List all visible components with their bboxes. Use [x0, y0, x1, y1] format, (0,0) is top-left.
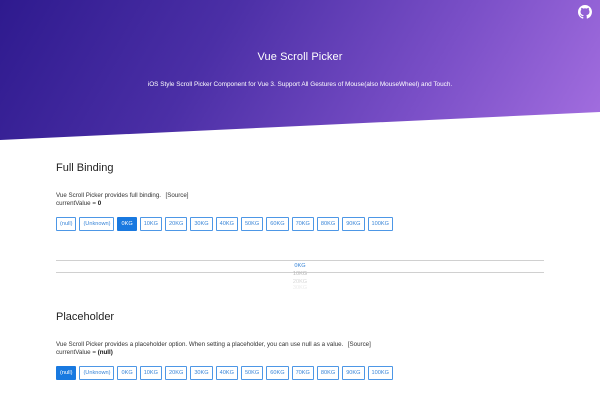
value-button[interactable]: 20KG — [165, 366, 188, 380]
section-description: Vue Scroll Picker provides full binding. — [56, 192, 162, 199]
value-button[interactable]: 90KG — [342, 217, 365, 231]
picker-option[interactable]: 30KG — [56, 285, 544, 291]
value-button[interactable]: 100KG — [367, 366, 393, 380]
value-button[interactable]: 60KG — [266, 366, 289, 380]
placeholder-section: Placeholder — [56, 311, 544, 323]
picker-option[interactable]: 0KG — [56, 263, 544, 269]
value-button[interactable]: 100KG — [367, 217, 393, 231]
value-button[interactable]: 40KG — [215, 217, 238, 231]
value-button[interactable]: 50KG — [240, 366, 264, 380]
current-value-label: currentValue = — [56, 200, 98, 207]
value-button[interactable]: 10KG — [139, 217, 162, 231]
section-title: Placeholder — [56, 311, 115, 323]
picker-top-line — [56, 260, 544, 261]
picker-option[interactable]: 10KG — [56, 271, 544, 277]
full-binding-section: Full Binding — [56, 162, 544, 174]
section-description: Vue Scroll Picker provides a placeholder… — [56, 341, 344, 348]
value-button[interactable]: (null) — [56, 217, 77, 231]
value-button[interactable]: 80KG — [316, 217, 340, 231]
value-button[interactable]: 80KG — [316, 366, 340, 380]
current-value: 0 — [97, 200, 102, 207]
source-link[interactable]: [Source] — [165, 192, 188, 199]
value-button[interactable]: 30KG — [190, 366, 213, 380]
value-button[interactable]: (Unknown) — [79, 366, 115, 380]
value-button-row: (null) (Unknown) 0KG 10KG 20KG 30KG 40KG 50KG 60… — [56, 217, 544, 231]
value-button[interactable]: 50KG — [240, 217, 264, 231]
current-value-line: currentValue = 0 — [56, 200, 544, 207]
value-button[interactable]: 60KG — [266, 217, 289, 231]
value-button[interactable]: (null) — [56, 366, 77, 380]
value-button[interactable]: 70KG — [291, 366, 314, 380]
value-button[interactable]: 20KG — [165, 217, 188, 231]
github-icon[interactable] — [578, 5, 592, 19]
value-button[interactable]: 40KG — [215, 366, 238, 380]
value-button[interactable]: 30KG — [190, 217, 213, 231]
value-button[interactable]: 0KG — [117, 366, 137, 380]
current-value-label: currentValue = — [56, 349, 98, 356]
value-button[interactable]: (Unknown) — [79, 217, 115, 231]
current-value-line: currentValue = (null) — [56, 349, 544, 356]
value-button[interactable]: 70KG — [291, 217, 314, 231]
current-value: (null) — [97, 349, 113, 356]
value-button-row: (null) (Unknown) 0KG 10KG 20KG 30KG 40KG 50KG 60… — [56, 366, 544, 380]
scroll-picker[interactable]: 0KG 10KG 20KG 30KG — [56, 260, 544, 292]
hero-subtitle: iOS Style Scroll Picker Component for Vu… — [147, 81, 453, 88]
hero-banner — [0, 0, 600, 140]
value-button[interactable]: 0KG — [117, 217, 137, 231]
hero-title: Vue Scroll Picker — [257, 51, 343, 63]
value-button[interactable]: 10KG — [139, 366, 162, 380]
value-button[interactable]: 90KG — [342, 366, 365, 380]
section-title: Full Binding — [56, 162, 114, 174]
source-link[interactable]: [Source] — [348, 341, 371, 348]
